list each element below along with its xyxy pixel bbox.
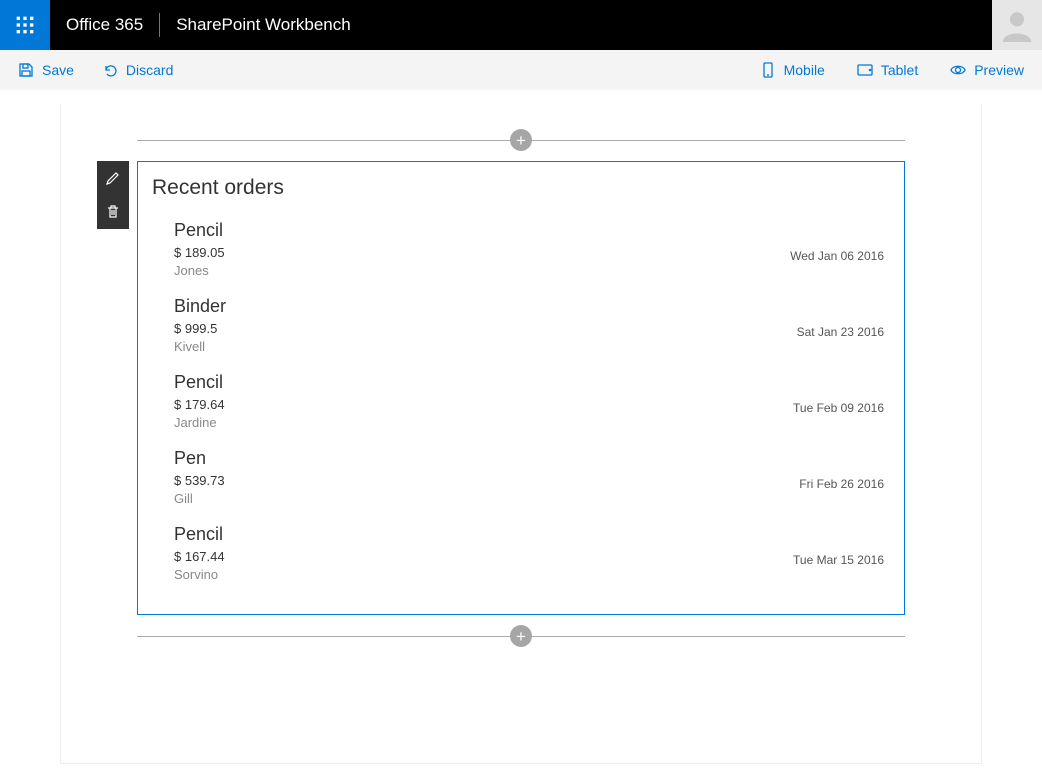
discard-button[interactable]: Discard [102, 62, 173, 78]
order-date: Sat Jan 23 2016 [797, 325, 884, 339]
order-item: Pencil $ 189.05 JonesWed Jan 06 2016 [152, 216, 884, 292]
order-price: $ 539.73 [174, 473, 799, 488]
pencil-icon [105, 170, 121, 186]
tablet-button[interactable]: Tablet [857, 62, 918, 78]
recent-orders-webpart[interactable]: Recent orders Pencil $ 189.05 JonesWed Jan… [137, 161, 905, 615]
order-product: Pen [174, 448, 799, 469]
trash-icon [105, 204, 121, 220]
order-product: Pencil [174, 372, 793, 393]
order-product: Pencil [174, 220, 790, 241]
order-price: $ 167.44 [174, 549, 793, 564]
order-date: Fri Feb 26 2016 [799, 477, 884, 491]
preview-button[interactable]: Preview [950, 62, 1024, 78]
mobile-button[interactable]: Mobile [760, 62, 825, 78]
order-item: Pencil $ 179.64 JardineTue Feb 09 2016 [152, 368, 884, 444]
order-person: Gill [174, 491, 799, 506]
order-left: Pencil $ 179.64 Jardine [174, 372, 793, 430]
order-person: Sorvino [174, 567, 793, 582]
order-item: Pen $ 539.73 GillFri Feb 26 2016 [152, 444, 884, 520]
save-button[interactable]: Save [18, 62, 74, 78]
canvas-wrapper: + Recent orders Pencil $ 189.05 JonesWed J… [0, 90, 1042, 764]
order-date: Tue Feb 09 2016 [793, 401, 884, 415]
undo-icon [102, 62, 118, 78]
orders-list: Pencil $ 189.05 JonesWed Jan 06 2016 Binder… [152, 216, 884, 596]
brand-label: Office 365 [50, 0, 159, 50]
save-icon [18, 62, 34, 78]
app-header: Office 365 SharePoint Workbench [0, 0, 1042, 50]
order-product: Binder [174, 296, 797, 317]
order-product: Pencil [174, 524, 793, 545]
discard-label: Discard [126, 62, 173, 78]
tablet-icon [857, 62, 873, 78]
order-price: $ 179.64 [174, 397, 793, 412]
section-divider-bottom: + [137, 630, 905, 642]
webpart-controls [97, 161, 129, 229]
command-bar: Save Discard Mobile Tablet Preview [0, 50, 1042, 90]
user-menu-button[interactable] [992, 0, 1042, 50]
waffle-icon [15, 15, 35, 35]
order-item: Binder $ 999.5 KivellSat Jan 23 2016 [152, 292, 884, 368]
order-price: $ 999.5 [174, 321, 797, 336]
add-section-button[interactable]: + [510, 625, 532, 647]
webpart-row: Recent orders Pencil $ 189.05 JonesWed Jan… [97, 161, 905, 615]
app-title: SharePoint Workbench [160, 0, 367, 50]
edit-webpart-button[interactable] [97, 161, 129, 195]
webpart-title: Recent orders [152, 176, 884, 200]
preview-label: Preview [974, 62, 1024, 78]
add-section-button[interactable]: + [510, 129, 532, 151]
eye-icon [950, 62, 966, 78]
order-person: Jones [174, 263, 790, 278]
order-left: Pencil $ 167.44 Sorvino [174, 524, 793, 582]
section-divider-top: + [137, 134, 905, 146]
order-left: Binder $ 999.5 Kivell [174, 296, 797, 354]
order-price: $ 189.05 [174, 245, 790, 260]
order-item: Pencil $ 167.44 SorvinoTue Mar 15 2016 [152, 520, 884, 596]
workbench-canvas: + Recent orders Pencil $ 189.05 JonesWed J… [60, 104, 982, 764]
order-left: Pen $ 539.73 Gill [174, 448, 799, 506]
order-date: Wed Jan 06 2016 [790, 249, 884, 263]
save-label: Save [42, 62, 74, 78]
person-icon [1000, 8, 1034, 42]
order-left: Pencil $ 189.05 Jones [174, 220, 790, 278]
mobile-label: Mobile [784, 62, 825, 78]
delete-webpart-button[interactable] [97, 195, 129, 229]
order-person: Kivell [174, 339, 797, 354]
mobile-icon [760, 62, 776, 78]
tablet-label: Tablet [881, 62, 918, 78]
app-launcher-button[interactable] [0, 0, 50, 50]
order-person: Jardine [174, 415, 793, 430]
order-date: Tue Mar 15 2016 [793, 553, 884, 567]
